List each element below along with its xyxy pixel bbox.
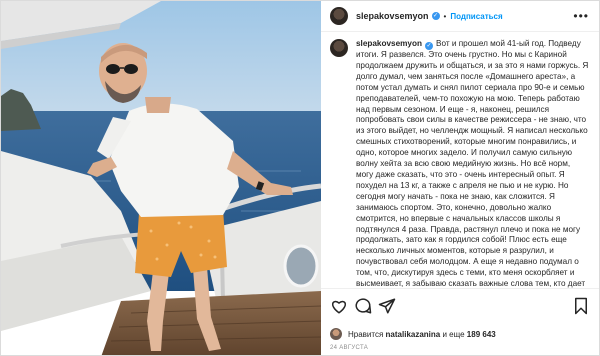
likes-row: Нравится natalikazanina и еще 189 643 (321, 323, 599, 345)
post-sidebar: slepakovsemyon ✓ • Подписаться ••• slepa… (321, 1, 599, 355)
more-options-icon[interactable]: ••• (573, 9, 589, 23)
separator-dot: • (443, 11, 447, 21)
post-header: slepakovsemyon ✓ • Подписаться ••• (321, 1, 599, 32)
share-icon[interactable] (377, 296, 397, 316)
action-bar (321, 288, 599, 323)
bookmark-icon[interactable] (571, 296, 591, 316)
heart-icon[interactable] (329, 296, 349, 316)
likes-prefix: Нравится (348, 329, 384, 339)
caption-username[interactable]: slepakovsemyon (356, 39, 422, 48)
comment-icon[interactable] (353, 296, 373, 316)
caption-avatar[interactable] (330, 39, 348, 57)
caption-body: Вот и прошел мой 41-ый год. Подведу итог… (356, 39, 589, 288)
follow-button[interactable]: Подписаться (450, 12, 502, 21)
caption-section: slepakovsemyon ✓ Вот и прошел мой 41-ый го… (321, 32, 599, 288)
liker-username[interactable]: natalikazanina (386, 330, 441, 339)
caption-text: slepakovsemyon ✓ Вот и прошел мой 41-ый го… (356, 39, 589, 288)
instagram-post: slepakovsemyon ✓ • Подписаться ••• slepa… (0, 0, 600, 356)
verified-badge-icon: ✓ (425, 42, 433, 50)
post-photo[interactable] (1, 1, 321, 355)
post-date[interactable]: 24 АВГУСТА (321, 345, 599, 355)
verified-badge-icon: ✓ (431, 12, 440, 20)
likes-middle: и еще (442, 329, 465, 339)
likes-count[interactable]: 189 643 (467, 330, 496, 339)
author-avatar[interactable] (330, 7, 348, 25)
author-username[interactable]: slepakovsemyon (356, 11, 429, 21)
liker-avatar (330, 328, 342, 340)
